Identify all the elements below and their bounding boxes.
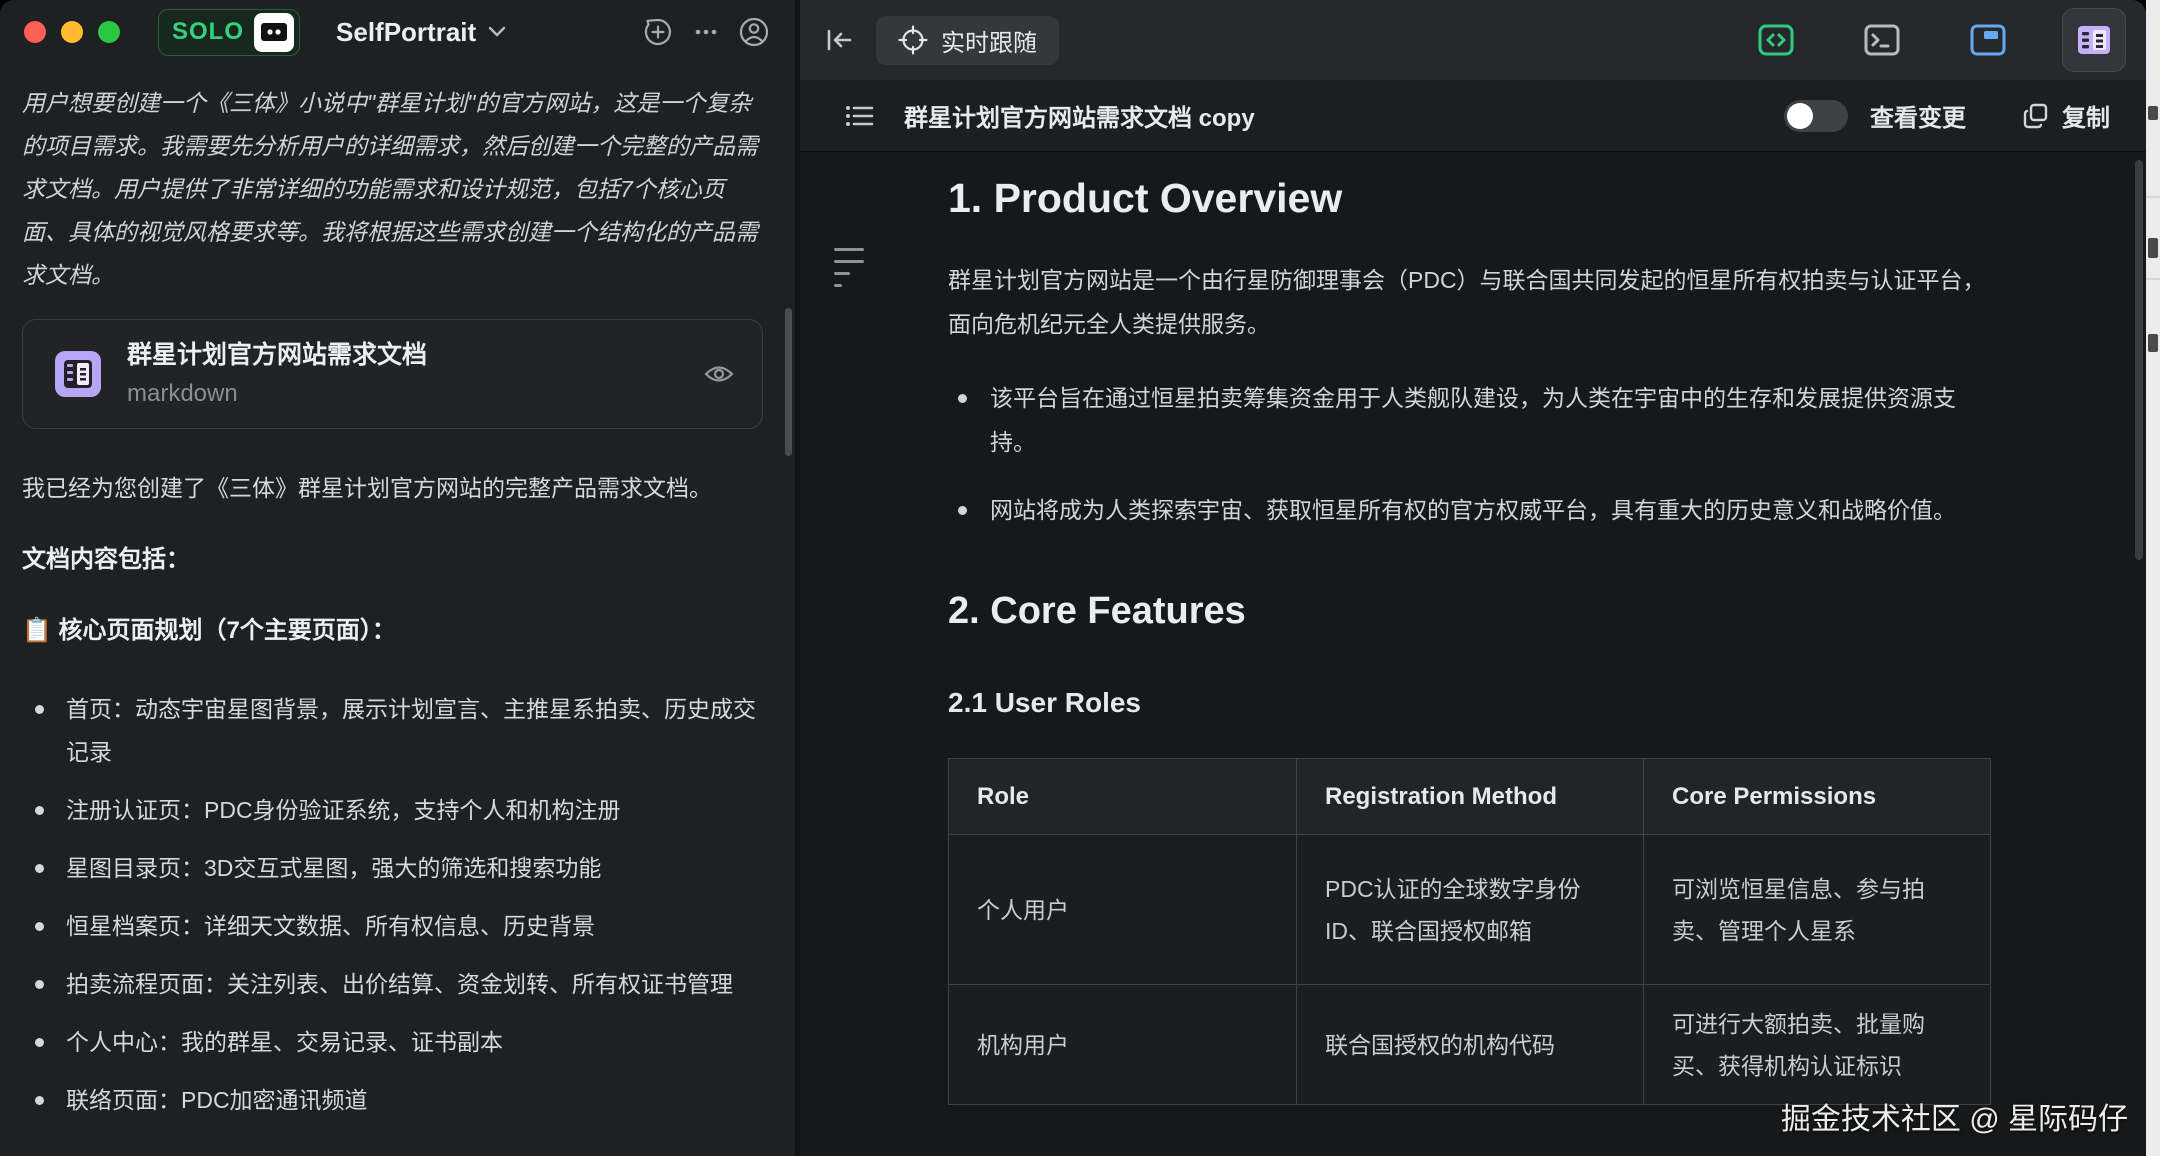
chat-panel-header: SOLO SelfPortrait bbox=[0, 0, 795, 64]
document-panel-icon bbox=[2075, 21, 2113, 59]
target-crosshair-icon bbox=[898, 25, 928, 55]
markdown-doc-icon bbox=[55, 351, 101, 397]
chat-messages: 用户想要创建一个《三体》小说中"群星计划"的官方网站，这是一个复杂的项目需求。我… bbox=[0, 64, 795, 1122]
solo-mode-badge[interactable]: SOLO bbox=[158, 9, 300, 56]
core-pages-heading: 📋 核心页面规划（7个主要页面）： bbox=[22, 609, 763, 652]
artifact-card[interactable]: 群星计划官方网站需求文档 markdown bbox=[22, 319, 763, 429]
collapse-left-icon bbox=[822, 24, 856, 56]
core-pages-list: 首页：动态宇宙星图背景，展示计划宣言、主推星系拍卖、历史成交记录 注册认证页：P… bbox=[22, 688, 763, 1122]
realtime-follow-label: 实时跟随 bbox=[941, 23, 1037, 58]
assistant-thinking-text: 用户想要创建一个《三体》小说中"群星计划"的官方网站，这是一个复杂的项目需求。我… bbox=[22, 82, 763, 297]
table-cell: 联合国授权的机构代码 bbox=[1297, 985, 1644, 1105]
preview-eye-icon[interactable] bbox=[702, 357, 736, 391]
account-icon bbox=[738, 16, 770, 48]
app-window: SOLO SelfPortrait bbox=[0, 0, 2146, 1156]
copy-icon bbox=[2022, 102, 2050, 130]
window-controls bbox=[24, 21, 120, 43]
table-cell: 可进行大额拍卖、批量购买、获得机构认证标识 bbox=[1644, 985, 1991, 1105]
document-header: 群星计划官方网站需求文档 copy 查看变更 复制 bbox=[800, 80, 2146, 152]
terminal-icon bbox=[1864, 22, 1900, 58]
list-item: 恒星档案页：详细天文数据、所有权信息、历史背景 bbox=[22, 905, 763, 948]
new-chat-button[interactable] bbox=[641, 15, 675, 49]
table-cell: PDC认证的全球数字身份ID、联合国授权邮箱 bbox=[1297, 835, 1644, 985]
chat-scrollbar-thumb[interactable] bbox=[785, 308, 792, 456]
close-window-button[interactable] bbox=[24, 21, 46, 43]
table-cell: 机构用户 bbox=[949, 985, 1297, 1105]
doc-heading-1: 1. Product Overview bbox=[948, 174, 1990, 222]
work-topbar: 实时跟随 bbox=[800, 0, 2146, 80]
copy-button[interactable]: 复制 bbox=[2022, 98, 2110, 133]
project-switcher[interactable]: SelfPortrait bbox=[336, 17, 506, 48]
collapse-panel-button[interactable] bbox=[822, 23, 856, 57]
doc-heading-2: 2. Core Features bbox=[948, 588, 1990, 634]
more-options-button[interactable] bbox=[689, 15, 723, 49]
table-header-row: Role Registration Method Core Permission… bbox=[949, 759, 1991, 835]
doc-bullet-list: 该平台旨在通过恒星拍卖筹集资金用于人类舰队建设，为人类在宇宙中的生存和发展提供资… bbox=[948, 376, 1990, 532]
document-outline-icon[interactable] bbox=[844, 100, 876, 132]
table-header-cell: Role bbox=[949, 759, 1297, 835]
sliver-divider bbox=[2146, 196, 2160, 198]
sliver-text-fragment bbox=[2148, 238, 2158, 258]
chat-panel: SOLO SelfPortrait bbox=[0, 0, 795, 1156]
table-cell: 个人用户 bbox=[949, 835, 1297, 985]
solo-mode-label: SOLO bbox=[172, 18, 244, 46]
user-roles-table: Role Registration Method Core Permission… bbox=[948, 758, 1991, 1105]
ellipsis-icon bbox=[691, 17, 721, 47]
assistant-message: 我已经为您创建了《三体》群星计划官方网站的完整产品需求文档。 bbox=[22, 467, 763, 510]
document-scrollbar-thumb[interactable] bbox=[2135, 160, 2143, 560]
sliver-text-fragment bbox=[2148, 334, 2158, 352]
list-item: 首页：动态宇宙星图背景，展示计划宣言、主推星系拍卖、历史成交记录 bbox=[22, 688, 763, 774]
list-item: 网站将成为人类探索宇宙、获取恒星所有权的官方权威平台，具有重大的历史意义和战略价… bbox=[948, 488, 1990, 532]
table-header-cell: Registration Method bbox=[1297, 759, 1644, 835]
new-chat-icon bbox=[643, 17, 673, 47]
work-panel: 实时跟随 群星计划官方网站需求文档 copy bbox=[800, 0, 2146, 1156]
view-changes-toggle[interactable] bbox=[1784, 100, 1848, 132]
toggle-knob bbox=[1787, 103, 1813, 129]
project-name: SelfPortrait bbox=[336, 17, 476, 48]
realtime-follow-button[interactable]: 实时跟随 bbox=[876, 16, 1059, 65]
zoom-window-button[interactable] bbox=[98, 21, 120, 43]
sliver-text-fragment bbox=[2148, 106, 2158, 120]
list-item: 注册认证页：PDC身份验证系统，支持个人和机构注册 bbox=[22, 789, 763, 832]
account-button[interactable] bbox=[737, 15, 771, 49]
code-view-icon bbox=[1758, 22, 1794, 58]
sliver-divider bbox=[2146, 278, 2160, 280]
list-item: 星图目录页：3D交互式星图，强大的筛选和搜索功能 bbox=[22, 847, 763, 890]
minimize-window-button[interactable] bbox=[61, 21, 83, 43]
screenshot-stage: SOLO SelfPortrait bbox=[0, 0, 2160, 1156]
browser-preview-icon bbox=[1970, 22, 2006, 58]
table-row: 机构用户 联合国授权的机构代码 可进行大额拍卖、批量购买、获得机构认证标识 bbox=[949, 985, 1991, 1105]
list-item: 该平台旨在通过恒星拍卖筹集资金用于人类舰队建设，为人类在宇宙中的生存和发展提供资… bbox=[948, 376, 1990, 464]
table-cell: 可浏览恒星信息、参与拍卖、管理个人星系 bbox=[1644, 835, 1991, 985]
code-view-button[interactable] bbox=[1744, 8, 1808, 72]
paragraph-outline-icon[interactable] bbox=[834, 248, 866, 296]
view-changes-label[interactable]: 查看变更 bbox=[1870, 98, 1966, 133]
artifact-type: markdown bbox=[127, 378, 676, 410]
table-row: 个人用户 PDC认证的全球数字身份ID、联合国授权邮箱 可浏览恒星信息、参与拍卖… bbox=[949, 835, 1991, 985]
table-header-cell: Core Permissions bbox=[1644, 759, 1991, 835]
list-item: 个人中心：我的群星、交易记录、证书副本 bbox=[22, 1021, 763, 1064]
background-page-sliver bbox=[2146, 0, 2160, 1156]
document-panel-button[interactable] bbox=[2062, 8, 2126, 72]
document-content: 1. Product Overview 群星计划官方网站是一个由行星防御理事会（… bbox=[800, 152, 2146, 1155]
chevron-down-icon bbox=[488, 26, 506, 38]
copy-label: 复制 bbox=[2062, 98, 2110, 133]
browser-preview-button[interactable] bbox=[1956, 8, 2020, 72]
doc-heading-3: 2.1 User Roles bbox=[948, 686, 1990, 720]
terminal-button[interactable] bbox=[1850, 8, 1914, 72]
list-item: 拍卖流程页面：关注列表、出价结算、资金划转、所有权证书管理 bbox=[22, 963, 763, 1006]
artifact-info: 群星计划官方网站需求文档 markdown bbox=[127, 338, 676, 410]
list-item: 联络页面：PDC加密通讯频道 bbox=[22, 1079, 763, 1122]
doc-intro-paragraph: 群星计划官方网站是一个由行星防御理事会（PDC）与联合国共同发起的恒星所有权拍卖… bbox=[948, 258, 1990, 346]
solo-robot-icon bbox=[254, 13, 294, 52]
artifact-title: 群星计划官方网站需求文档 bbox=[127, 338, 676, 372]
doc-contents-intro: 文档内容包括： bbox=[22, 538, 763, 581]
document-title: 群星计划官方网站需求文档 copy bbox=[904, 98, 1255, 133]
watermark-text: 掘金技术社区 @ 星际码仔 bbox=[1781, 1094, 2128, 1138]
